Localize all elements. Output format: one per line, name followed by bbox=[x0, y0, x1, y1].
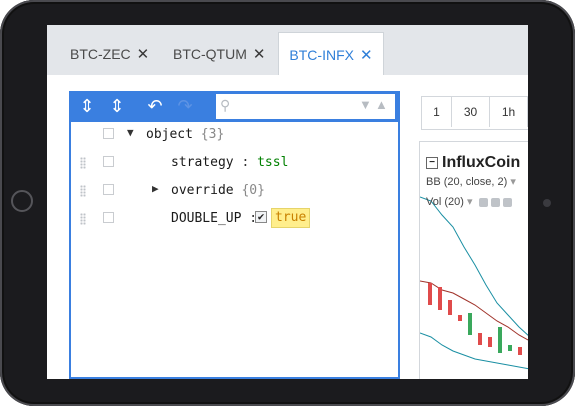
study-label: Vol (20) bbox=[426, 196, 464, 208]
tab-btc-qtum[interactable]: BTC-QTUM ✕ bbox=[173, 32, 265, 75]
symbol-legend: − InfluxCoin bbox=[426, 154, 520, 172]
field-name: object bbox=[146, 127, 193, 142]
context-menu-button[interactable] bbox=[103, 212, 114, 223]
candle bbox=[508, 345, 512, 351]
home-button[interactable] bbox=[11, 190, 33, 212]
settings-icon[interactable] bbox=[490, 197, 500, 207]
expand-arrow-icon[interactable]: ▶ bbox=[152, 182, 159, 195]
collapse-legend-icon[interactable]: − bbox=[426, 157, 438, 169]
tree-row-double-up: DOUBLE_UP : ✔ true bbox=[71, 206, 398, 232]
delete-icon[interactable] bbox=[502, 197, 512, 207]
bb-middle-line bbox=[420, 280, 528, 341]
candle bbox=[498, 327, 502, 353]
field-name[interactable]: DOUBLE_UP bbox=[171, 211, 241, 226]
row-content: DOUBLE_UP : bbox=[171, 211, 257, 226]
redo-icon[interactable]: ↷ bbox=[172, 91, 198, 122]
bb-upper-line bbox=[420, 196, 528, 336]
collapse-arrow-icon[interactable]: ▼ bbox=[127, 126, 134, 139]
field-value[interactable]: tssl bbox=[257, 155, 288, 170]
child-count: {3} bbox=[200, 127, 225, 142]
drag-handle[interactable] bbox=[80, 157, 86, 169]
boolean-checkbox[interactable]: ✔ bbox=[255, 211, 267, 223]
tree-row-strategy: strategy : tssl bbox=[71, 150, 398, 176]
close-icon[interactable]: ✕ bbox=[360, 46, 373, 64]
tab-label: BTC-ZEC bbox=[70, 45, 131, 62]
tablet-frame: BTC-ZEC ✕ BTC-QTUM ✕ BTC-INFX ✕ ⇕ ⇕ ↶ ↷ bbox=[0, 0, 575, 406]
context-menu-button[interactable] bbox=[103, 184, 114, 195]
search-box: ⚲ ▼ ▲ bbox=[216, 94, 395, 119]
tab-label: BTC-INFX bbox=[289, 46, 354, 63]
eye-icon[interactable] bbox=[478, 197, 488, 207]
field-value[interactable]: true bbox=[271, 208, 311, 228]
app-screen: BTC-ZEC ✕ BTC-QTUM ✕ BTC-INFX ✕ ⇕ ⇕ ↶ ↷ bbox=[47, 25, 528, 379]
candle bbox=[478, 333, 482, 345]
root-label: object {3} bbox=[146, 127, 224, 142]
drag-handle[interactable] bbox=[80, 185, 86, 197]
interval-selector: 1 30 1h bbox=[421, 96, 528, 130]
candle bbox=[488, 337, 492, 347]
field-name[interactable]: strategy bbox=[171, 155, 234, 170]
tree-row-override: ▶ override {0} bbox=[71, 178, 398, 204]
symbol-title: InfluxCoin bbox=[442, 154, 521, 171]
context-menu-button[interactable] bbox=[103, 128, 114, 139]
chevron-down-icon[interactable]: ▾ bbox=[510, 176, 516, 188]
price-chart-widget: 1 30 1h − InfluxCoin BB (20, close, 2) ▾ bbox=[413, 91, 528, 379]
candle bbox=[448, 300, 452, 315]
expand-all-icon[interactable]: ⇕ bbox=[74, 91, 100, 122]
candle bbox=[468, 313, 472, 335]
tab-btc-infx[interactable]: BTC-INFX ✕ bbox=[278, 32, 384, 76]
editor-toolbar: ⇕ ⇕ ↶ ↷ ⚲ ▼ ▲ bbox=[71, 91, 398, 122]
candle bbox=[428, 283, 432, 305]
drag-handle[interactable] bbox=[80, 213, 86, 225]
study-label: BB (20, close, 2) bbox=[426, 176, 508, 188]
undo-icon[interactable]: ↶ bbox=[142, 91, 168, 122]
tree-row-root: ▼ object {3} bbox=[71, 122, 398, 148]
field-name[interactable]: override bbox=[171, 183, 234, 198]
interval-1-button[interactable]: 1 bbox=[422, 97, 452, 127]
search-next-icon[interactable]: ▼ bbox=[359, 97, 372, 112]
interval-30-button[interactable]: 30 bbox=[452, 97, 490, 127]
separator: : bbox=[241, 155, 250, 170]
tab-content: ⇕ ⇕ ↶ ↷ ⚲ ▼ ▲ ▼ object {3} strategy: ts… bbox=[47, 75, 528, 379]
candle bbox=[518, 347, 522, 355]
candle bbox=[458, 315, 462, 321]
tab-bar: BTC-ZEC ✕ BTC-QTUM ✕ BTC-INFX ✕ bbox=[47, 32, 528, 76]
candle bbox=[438, 287, 442, 310]
child-count: {0} bbox=[241, 183, 265, 198]
chevron-down-icon[interactable]: ▾ bbox=[467, 196, 473, 208]
close-icon[interactable]: ✕ bbox=[253, 45, 266, 63]
search-icon: ⚲ bbox=[220, 97, 231, 113]
tab-label: BTC-QTUM bbox=[173, 45, 247, 62]
search-input[interactable] bbox=[238, 96, 354, 117]
interval-1h-button[interactable]: 1h bbox=[490, 97, 528, 127]
context-menu-button[interactable] bbox=[103, 156, 114, 167]
search-previous-icon[interactable]: ▲ bbox=[375, 97, 388, 112]
json-editor: ⇕ ⇕ ↶ ↷ ⚲ ▼ ▲ ▼ object {3} strategy: ts… bbox=[69, 91, 400, 379]
tab-btc-zec[interactable]: BTC-ZEC ✕ bbox=[70, 32, 149, 75]
study-bb[interactable]: BB (20, close, 2) ▾ bbox=[426, 175, 516, 188]
row-content: override {0} bbox=[171, 183, 265, 198]
study-vol[interactable]: Vol (20) ▾ bbox=[426, 195, 512, 208]
chart-pane[interactable]: − InfluxCoin BB (20, close, 2) ▾ Vol (20… bbox=[419, 141, 528, 379]
row-content: strategy : tssl bbox=[171, 155, 288, 170]
close-icon[interactable]: ✕ bbox=[137, 45, 150, 63]
collapse-all-icon[interactable]: ⇕ bbox=[104, 91, 130, 122]
camera-dot bbox=[543, 199, 551, 207]
